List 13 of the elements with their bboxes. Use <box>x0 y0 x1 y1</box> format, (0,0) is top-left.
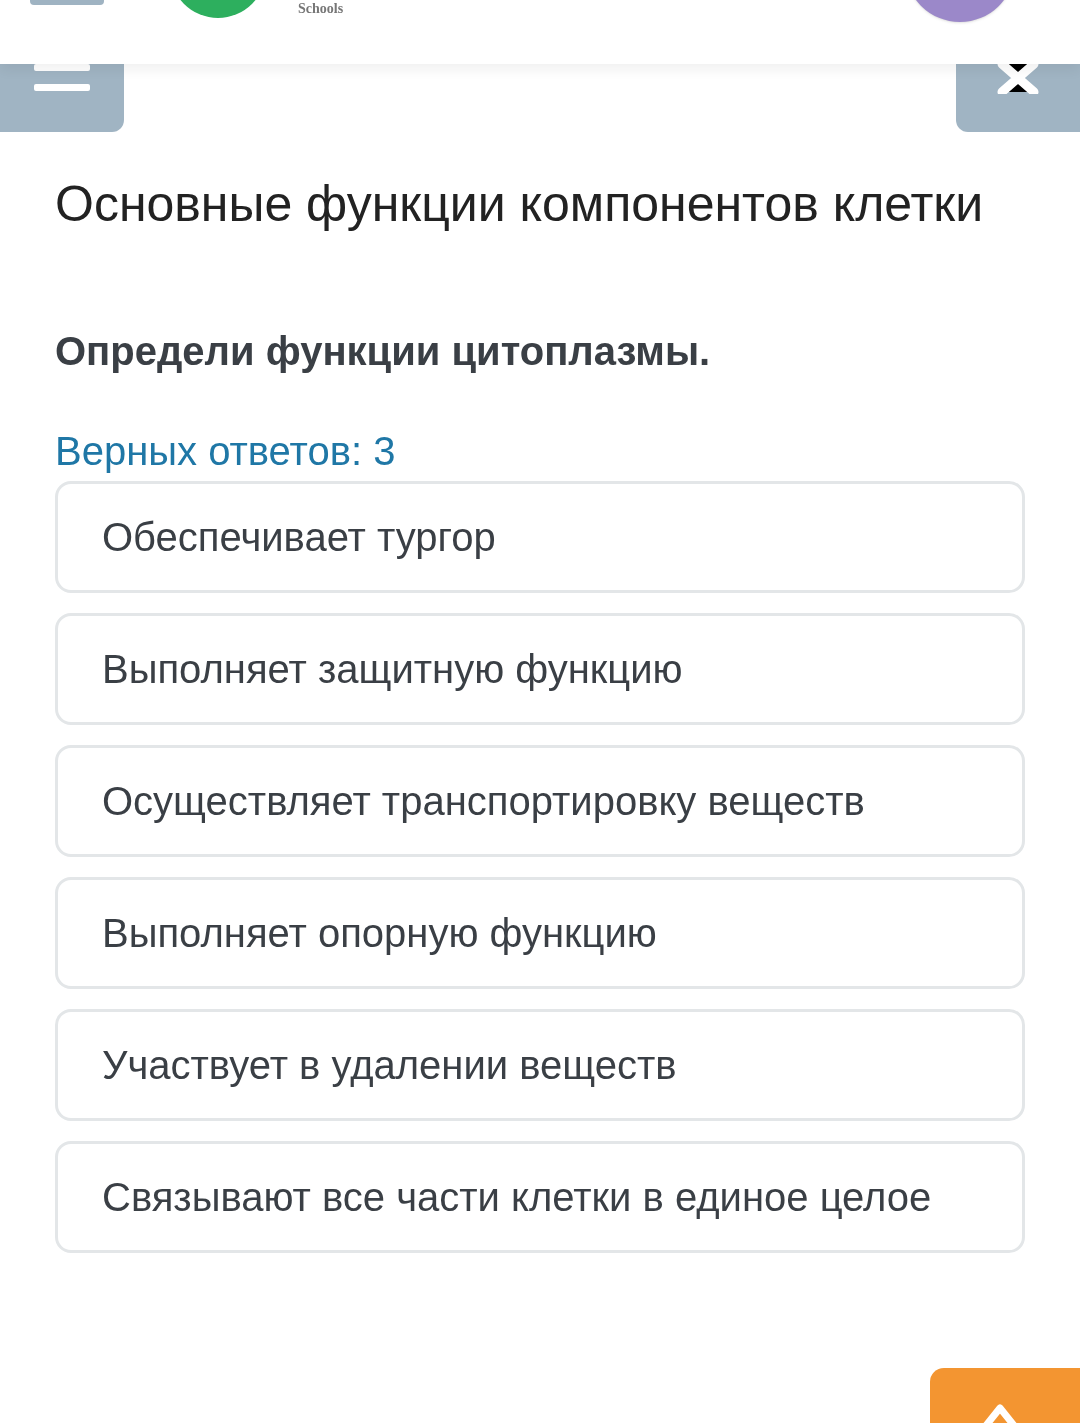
answer-option[interactable]: Обеспечивает тургор <box>55 481 1025 593</box>
answer-option[interactable]: Участвует в удалении веществ <box>55 1009 1025 1121</box>
answer-option[interactable]: Выполняет защитную функцию <box>55 613 1025 725</box>
answer-option[interactable]: Осуществляет транспортировку веществ <box>55 745 1025 857</box>
menu-button[interactable] <box>0 64 124 132</box>
answer-option[interactable]: Выполняет опорную функцию <box>55 877 1025 989</box>
menu-bar-icon <box>30 0 104 5</box>
close-button[interactable] <box>956 64 1080 132</box>
page-title: Основные функции компонентов клетки <box>55 176 985 233</box>
logo-text: Schools <box>298 0 344 18</box>
answer-option[interactable]: Связывают все части клетки в единое целое <box>55 1141 1025 1253</box>
question-text: Определи функции цитоплазмы. <box>55 328 712 375</box>
answer-count: Верных ответов: 3 <box>55 428 397 475</box>
